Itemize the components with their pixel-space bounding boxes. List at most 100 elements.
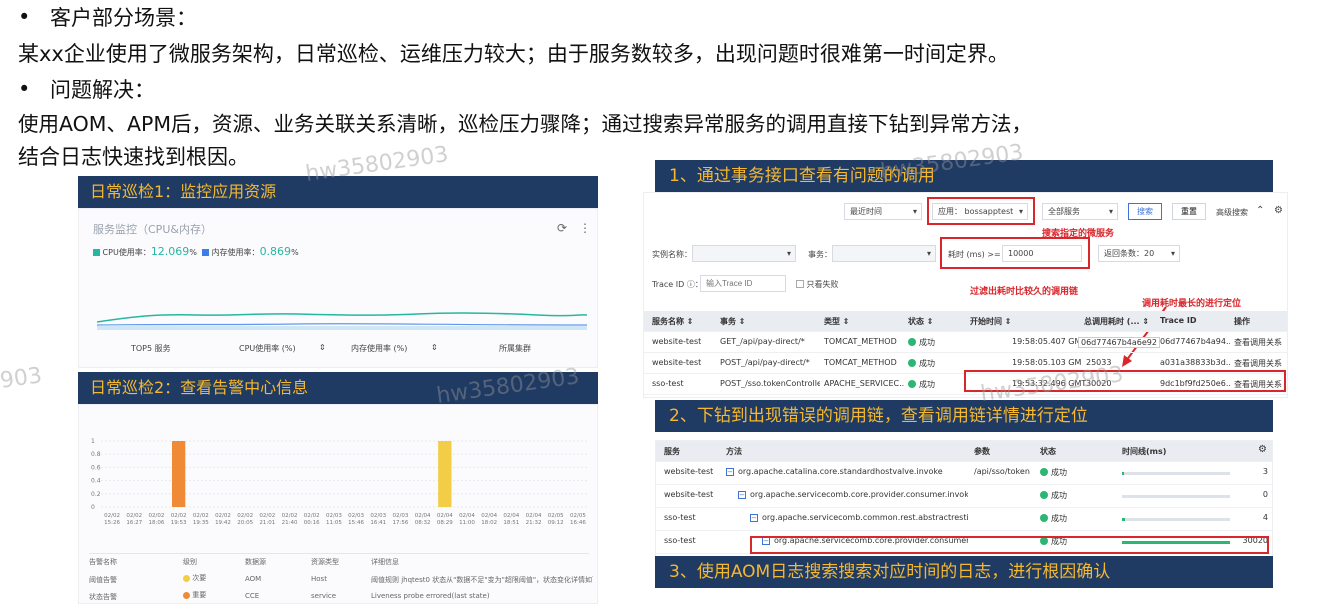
x-tick-label: 15:26 <box>104 520 120 526</box>
alarm-col-type: 资源类型 <box>311 558 339 566</box>
only-fail-checkbox[interactable]: 只看失败 <box>796 279 839 290</box>
search-button[interactable]: 搜索 <box>1128 203 1162 220</box>
x-tick-label: 21:32 <box>526 520 542 526</box>
banner-daily-check-1: 日常巡检1：监控应用资源 <box>78 176 598 208</box>
table-row: website-test − org.apache.catalina.core.st… <box>656 462 1272 485</box>
alarm-bar-chart: 10.80.60.40.2002/0215:2602/0216:2702/021… <box>91 438 589 526</box>
x-tick-label: 08:32 <box>415 520 431 526</box>
x-tick-label: 02/02 <box>282 513 298 519</box>
annotation-filter-slow: 过滤出耗时比较久的调用链 <box>970 287 1079 297</box>
solution-text: 使用AOM、APM后，资源、业务关联关系清晰，巡检压力骤降；通过搜索异常服务的调… <box>18 112 1033 136</box>
service-select[interactable]: 全部服务 ▾ <box>1042 203 1118 220</box>
chain-method: org.apache.catalina.core.standardhostval… <box>738 467 943 476</box>
th-transaction[interactable]: 事务 ⇕ <box>720 316 746 327</box>
success-icon <box>1040 491 1048 499</box>
trace-id-label: Trace ID ⓘ： <box>652 280 703 289</box>
col-cluster: 所属集群 <box>499 344 531 353</box>
alarm-row-level: 次要 <box>183 573 206 583</box>
scenario-heading: 客户部分场景： <box>50 6 197 30</box>
alarm-col-name: 告警名称 <box>89 558 117 566</box>
monitor-title: 服务监控（CPU&内存） <box>93 223 212 236</box>
highlight-longest-call <box>964 370 1286 392</box>
x-tick-label: 16:46 <box>570 520 586 526</box>
th-duration[interactable]: 总调用耗时 (... ⇕ <box>1084 316 1149 327</box>
gear-icon[interactable]: ⚙ <box>1274 205 1283 216</box>
table-row: sso-test − org.apache.servicecomb.common.r… <box>656 508 1272 531</box>
expand-icon[interactable]: − <box>738 490 746 499</box>
level-dot <box>183 574 190 582</box>
bullet-dot: • <box>18 5 31 29</box>
col-top5: TOP5 服务 <box>131 344 171 353</box>
x-tick-label: 02/02 <box>126 513 142 519</box>
chain-method: org.apache.servicecomb.core.provider.con… <box>750 490 968 499</box>
timeline-bar <box>1122 472 1230 475</box>
refresh-icon[interactable]: ⟳ <box>557 221 567 235</box>
success-icon <box>908 359 916 367</box>
chain-service: website-test <box>664 490 714 499</box>
th-chain-method: 方法 <box>726 447 742 456</box>
col-mem[interactable]: 内存使用率 (%) <box>351 343 407 354</box>
gear-icon[interactable]: ⚙ <box>1258 444 1267 455</box>
alarm-row-level: 重要 <box>183 590 206 600</box>
monitor-panel: 服务监控（CPU&内存） ⟳ ⋮ CPU使用率：12.069% 内存使用率：0.… <box>78 208 598 368</box>
alarm-row-detail: 阈值规则 jhqtest0 状态从"数据不足"变为"超限阈值"，状态变化详情如下 <box>371 576 593 584</box>
sort-icon[interactable]: ⇕ <box>431 343 438 352</box>
transaction-panel: 最近时间 ▾ 应用： bossapptest ▾ 全部服务 ▾ 搜索 重置 高级搜索 … <box>643 192 1288 398</box>
chain-service: sso-test <box>664 536 696 545</box>
bullet-dot: • <box>18 77 31 101</box>
success-icon <box>1040 514 1048 522</box>
scenario-text: 某xx企业使用了微服务架构，日常巡检、运维压力较大；由于服务数较多，出现问题时很… <box>18 42 1009 66</box>
solution-text-2: 结合日志快速找到根因。 <box>18 145 249 169</box>
highlight-error-chain <box>750 536 1269 554</box>
x-tick-label: 02/02 <box>171 513 187 519</box>
x-tick-label: 02/04 <box>503 513 519 519</box>
transaction-select[interactable]: ▾ <box>832 245 936 262</box>
reset-button[interactable]: 重置 <box>1172 203 1206 220</box>
chain-status: 成功 <box>1040 467 1067 478</box>
advanced-search-link[interactable]: 高级搜索 <box>1216 207 1248 218</box>
instance-select[interactable]: ▾ <box>692 245 796 262</box>
x-tick-label: 02/03 <box>326 513 342 519</box>
view-call-relation-link[interactable]: 查看调用关系 <box>1234 337 1282 348</box>
expand-icon[interactable]: − <box>750 513 758 522</box>
chain-duration: 3 <box>1262 467 1268 476</box>
sort-icon[interactable]: ⇕ <box>319 343 326 352</box>
chain-method: org.apache.servicecomb.common.rest.abstr… <box>762 513 968 522</box>
x-tick-label: 20:05 <box>237 520 253 526</box>
table-row: website-test GET_/api/pay-direct/* TOMCA… <box>644 332 1287 353</box>
x-tick-label: 09:12 <box>548 520 564 526</box>
chevron-up-icon[interactable]: ⌃ <box>1256 205 1264 216</box>
col-cpu[interactable]: CPU使用率 (%) <box>239 343 296 354</box>
more-icon[interactable]: ⋮ <box>579 221 591 235</box>
alarm-bar[interactable] <box>438 441 452 507</box>
th-service[interactable]: 服务名称 ⇕ <box>652 316 694 327</box>
alarm-row-name[interactable]: 阈值告警 <box>89 575 117 585</box>
view-call-relation-link[interactable]: 查看调用关系 <box>1234 358 1282 369</box>
x-tick-label: 19:53 <box>171 520 187 526</box>
th-type[interactable]: 类型 ⇕ <box>824 316 850 327</box>
trace-table: 服务名称 ⇕ 事务 ⇕ 类型 ⇕ 状态 ⇕ 开始时间 ⇕ 总调用耗时 (... … <box>644 311 1287 395</box>
time-select[interactable]: 最近时间 ▾ <box>844 203 922 220</box>
return-count-select[interactable]: 返回条数：20 ▾ <box>1098 245 1180 262</box>
divider <box>89 553 589 554</box>
monitor-line-chart <box>97 312 587 330</box>
x-tick-label: 18:51 <box>503 520 519 526</box>
banner-daily-check-2: 日常巡检2：查看告警中心信息 <box>78 372 598 404</box>
x-tick-label: 15:46 <box>348 520 364 526</box>
level-dot <box>183 591 190 599</box>
x-tick-label: 11:05 <box>326 520 342 526</box>
x-tick-label: 02/03 <box>393 513 409 519</box>
alarm-row-name[interactable]: 状态告警 <box>89 592 117 602</box>
x-tick-label: 02/04 <box>459 513 475 519</box>
chain-table-header: 服务 方法 参数 状态 时间线(ms) ⚙ <box>656 441 1272 462</box>
solution-heading: 问题解决： <box>50 78 155 102</box>
th-status[interactable]: 状态 ⇕ <box>908 316 934 327</box>
chain-duration: 4 <box>1262 513 1268 522</box>
x-tick-label: 02/05 <box>548 513 564 519</box>
trace-id-input[interactable] <box>700 275 786 292</box>
expand-icon[interactable]: − <box>726 467 734 476</box>
chain-status: 成功 <box>1040 513 1067 524</box>
th-start-time[interactable]: 开始时间 ⇕ <box>970 316 1012 327</box>
alarm-bar[interactable] <box>171 441 186 507</box>
cpu-legend-swatch <box>93 249 100 256</box>
